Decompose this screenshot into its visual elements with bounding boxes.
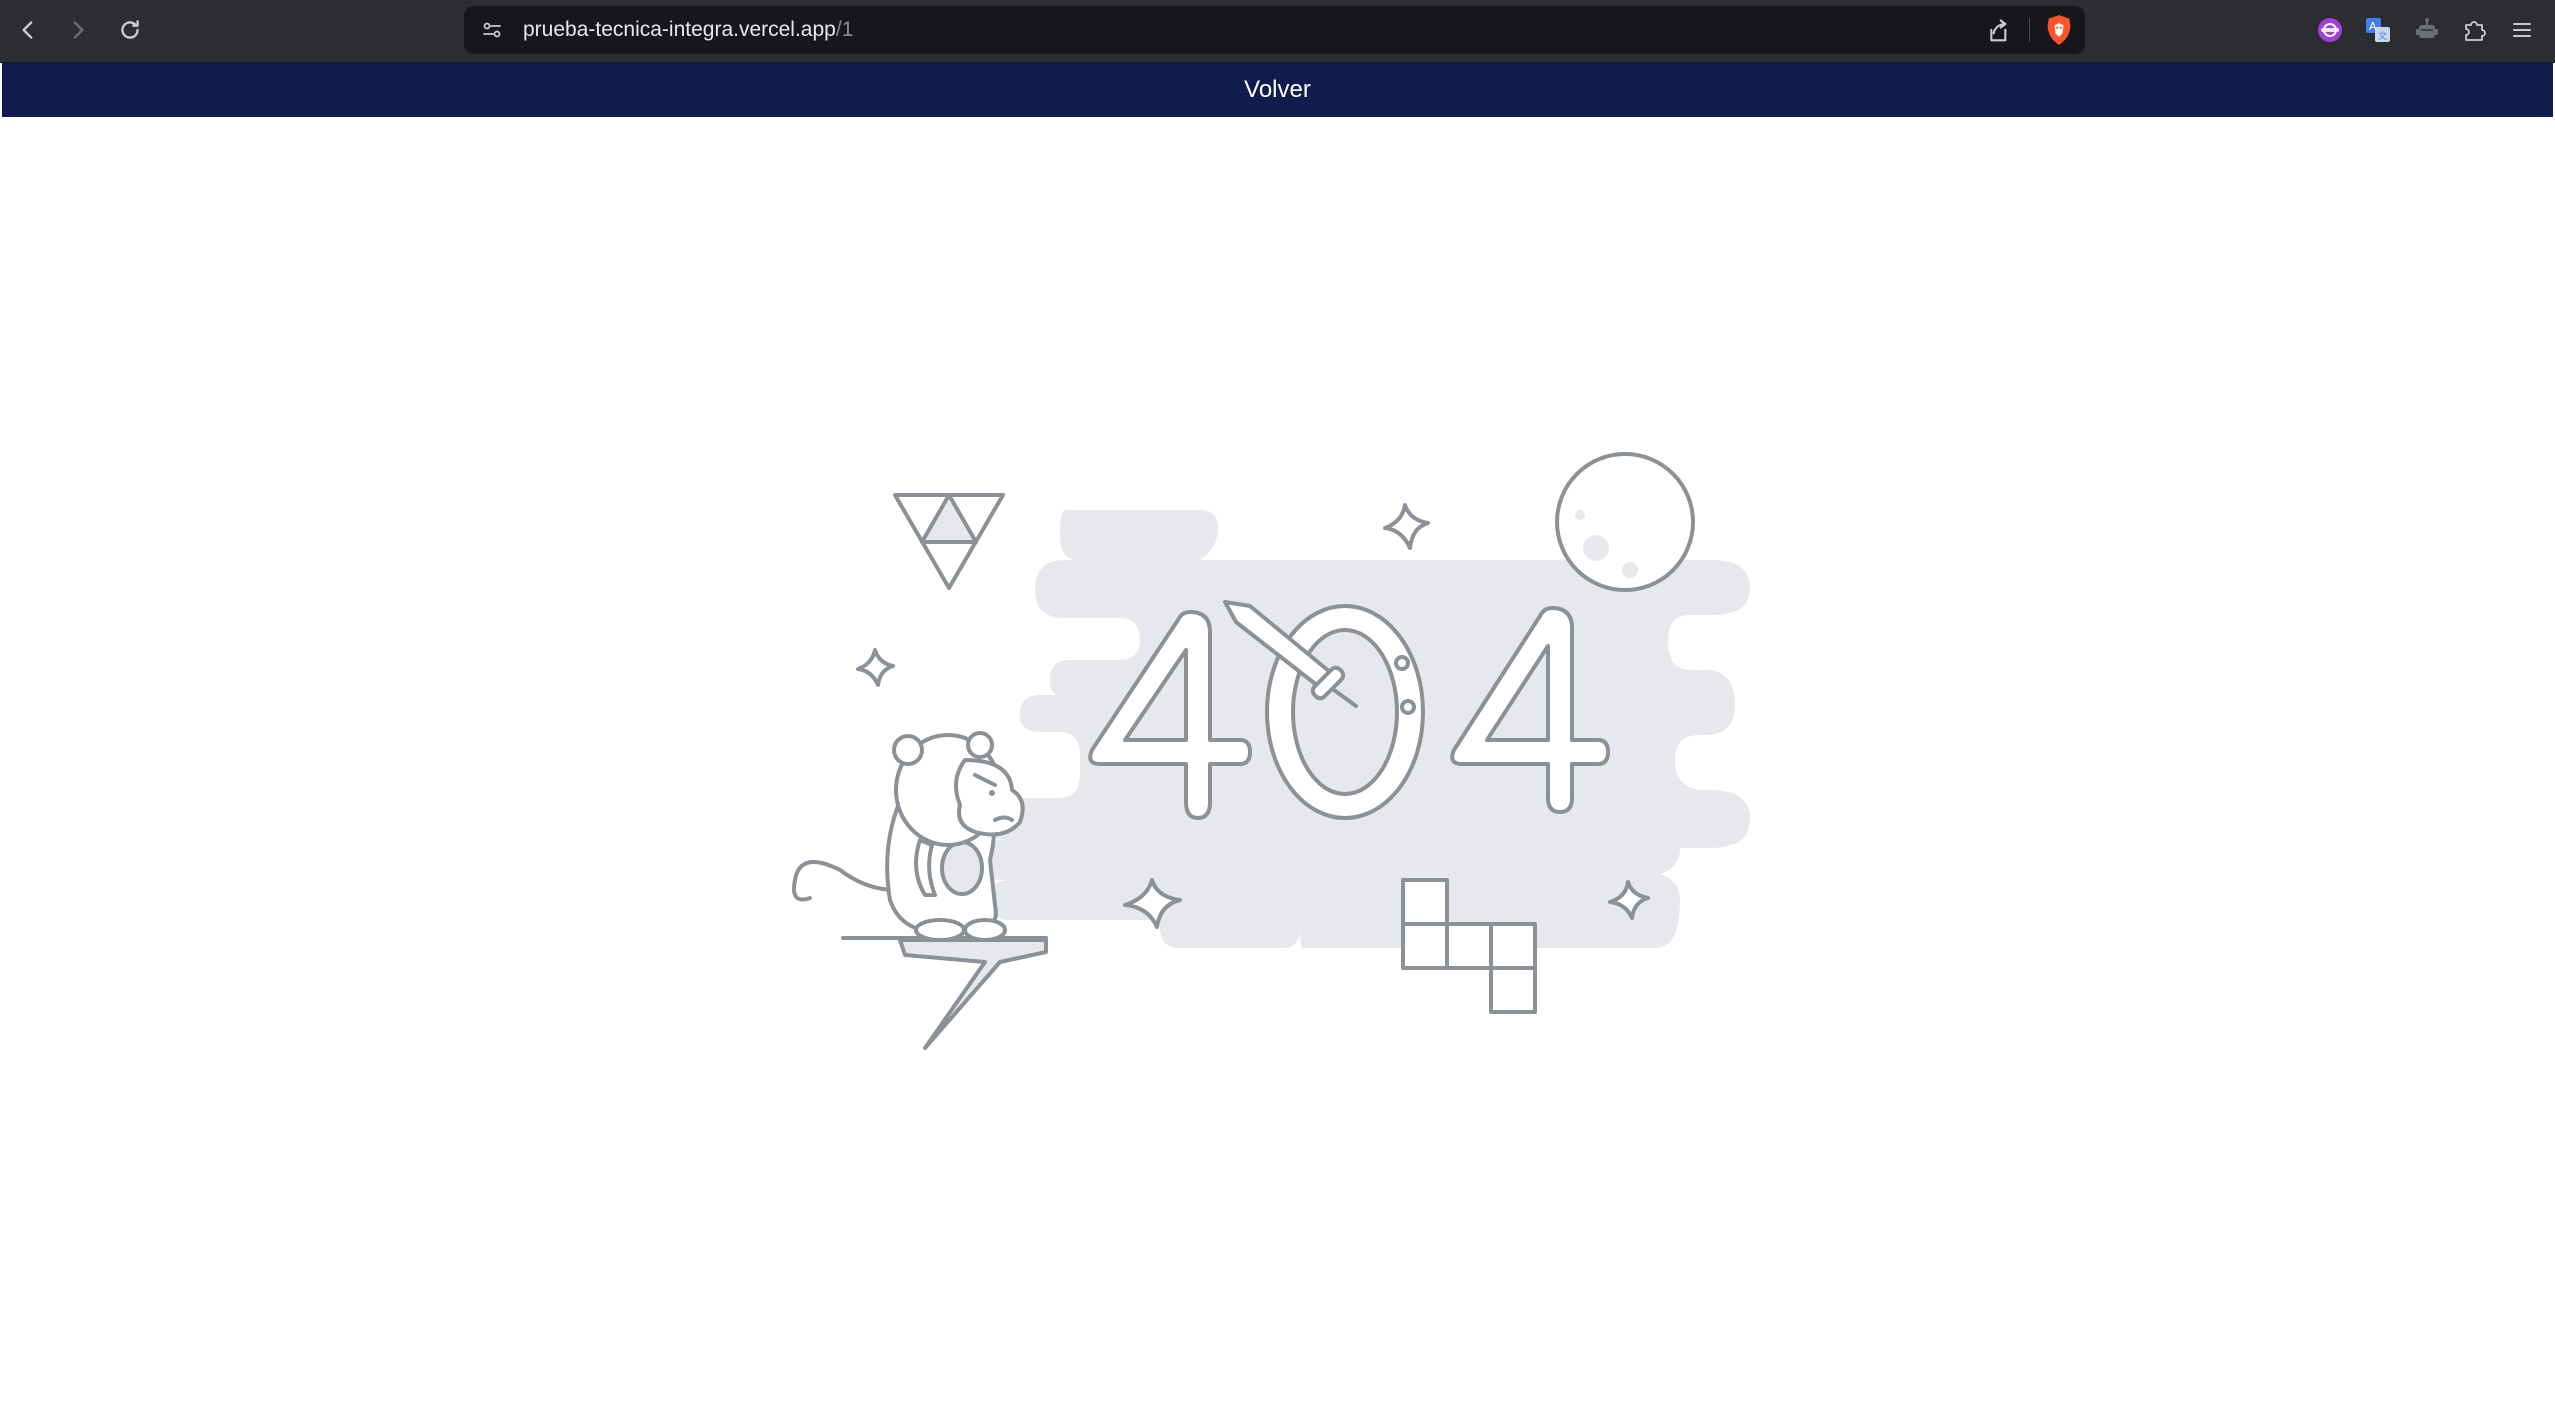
url-text[interactable]: prueba-tecnica-integra.vercel.app/1 [523, 6, 853, 54]
back-button[interactable] [10, 12, 46, 48]
back-arrow-icon [22, 21, 33, 39]
brave-shield-icon[interactable] [2045, 14, 2073, 46]
translate-icon[interactable]: A文 [2363, 15, 2393, 45]
back-link[interactable]: Volver [1244, 76, 1311, 104]
moon-icon [1555, 452, 1695, 592]
url-path: /1 [835, 18, 854, 41]
reload-button[interactable] [112, 12, 148, 48]
404-monkey-illustration [792, 452, 1750, 1050]
forward-arrow-icon [73, 21, 84, 39]
puzzle-icon[interactable] [2460, 15, 2490, 45]
monkey-character [792, 731, 1025, 942]
triangle-icon [893, 493, 1005, 590]
purple-extension-icon[interactable] [2315, 15, 2345, 45]
address-bar[interactable]: prueba-tecnica-integra.vercel.app/1 [464, 6, 2085, 54]
robot-icon[interactable] [2412, 15, 2442, 45]
share-icon[interactable] [1982, 17, 2010, 45]
url-divider [2029, 18, 2030, 42]
forward-button[interactable] [60, 12, 96, 48]
svg-text:A: A [2369, 20, 2377, 33]
url-host: prueba-tecnica-integra.vercel.app [523, 18, 836, 41]
cliff-platform [841, 936, 1048, 1050]
menu-icon[interactable] [2507, 15, 2537, 45]
site-settings-icon[interactable] [480, 18, 504, 42]
browser-toolbar: prueba-tecnica-integra.vercel.app/1 A文 [0, 0, 2555, 63]
svg-text:文: 文 [2378, 30, 2387, 42]
reload-icon [121, 20, 139, 39]
app-header: Volver [2, 63, 2553, 117]
